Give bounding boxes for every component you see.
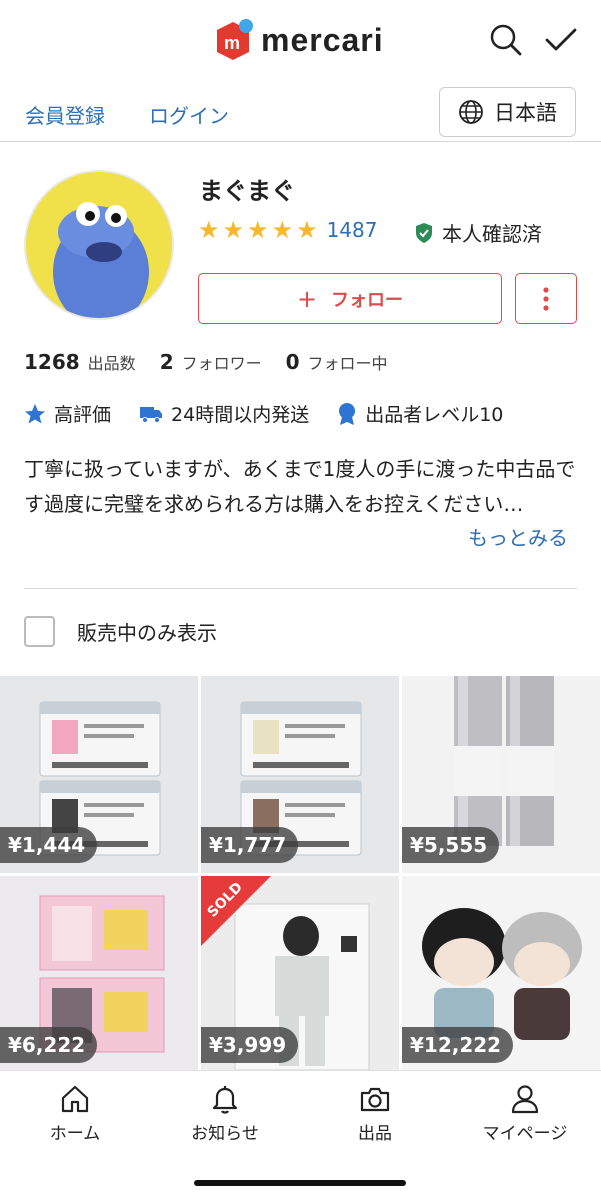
plus-icon: + bbox=[296, 284, 318, 313]
badge-high-rating: 高評価 bbox=[24, 400, 111, 427]
medal-icon bbox=[339, 402, 356, 425]
search-icon[interactable] bbox=[488, 22, 524, 58]
language-button[interactable]: 日本語 bbox=[439, 87, 576, 137]
followers-count[interactable]: 2 bbox=[160, 350, 174, 374]
badge-fast-shipping: 24時間以内発送 bbox=[139, 400, 309, 427]
globe-icon bbox=[459, 100, 483, 124]
item-tile[interactable]: ¥1,444 bbox=[0, 676, 198, 873]
more-options-button[interactable] bbox=[515, 273, 577, 324]
item-tile[interactable]: SOLD ¥3,999 bbox=[201, 876, 399, 1073]
star-icon: ★ bbox=[247, 216, 269, 244]
user-name: まぐまぐ bbox=[199, 177, 295, 205]
badge-label: 高評価 bbox=[54, 404, 112, 426]
item-price: ¥1,777 bbox=[201, 827, 299, 863]
item-price: ¥12,222 bbox=[402, 1027, 514, 1063]
star-icon bbox=[25, 403, 45, 423]
item-tile[interactable]: ¥12,222 bbox=[402, 876, 600, 1073]
vertical-ellipsis-icon bbox=[543, 286, 549, 311]
star-icon: ★ bbox=[296, 216, 318, 244]
star-icon: ★ bbox=[198, 216, 220, 244]
following-label[interactable]: フォロー中 bbox=[308, 350, 388, 374]
following-count[interactable]: 0 bbox=[286, 350, 300, 374]
truck-icon bbox=[140, 406, 163, 423]
listings-label: 出品数 bbox=[87, 354, 136, 373]
star-icon: ★ bbox=[271, 216, 294, 244]
filter-label: 販売中のみ表示 bbox=[77, 621, 217, 645]
checkmark-icon[interactable] bbox=[543, 22, 579, 58]
verified-label: 本人確認済 bbox=[442, 222, 542, 246]
shield-check-icon bbox=[416, 222, 432, 243]
tab-label: ホーム bbox=[49, 1124, 101, 1144]
profile-description: 丁寧に扱っていますが、あくまで1度人の手に渡った中古品です過度に完璧を求められる… bbox=[24, 457, 576, 516]
on-sale-checkbox[interactable] bbox=[24, 616, 55, 647]
badge-label: 出品者レベル10 bbox=[365, 404, 504, 426]
language-label: 日本語 bbox=[494, 101, 557, 125]
logo-wordmark: mercari bbox=[261, 21, 384, 58]
camera-icon bbox=[360, 1087, 390, 1112]
auth-bar: 会員登録 ログイン 日本語 bbox=[0, 84, 601, 142]
badge-seller-level: 出品者レベル10 bbox=[337, 400, 503, 427]
home-icon bbox=[61, 1085, 89, 1113]
tab-mypage[interactable]: マイページ bbox=[465, 1083, 585, 1144]
profile-stats: 1268 出品数 2 フォロワー 0 フォロー中 bbox=[24, 350, 412, 374]
divider bbox=[24, 588, 577, 589]
avatar[interactable] bbox=[24, 170, 174, 320]
listings-count: 1268 bbox=[24, 350, 80, 374]
more-link[interactable]: もっとみる bbox=[468, 522, 568, 551]
item-tile[interactable]: ¥5,555 bbox=[402, 676, 600, 873]
item-tile[interactable]: ¥6,222 bbox=[0, 876, 198, 1073]
verified-badge: 本人確認済 bbox=[414, 218, 542, 247]
follow-button[interactable]: + フォロー bbox=[198, 273, 502, 324]
bell-icon bbox=[212, 1086, 238, 1114]
tab-label: お知らせ bbox=[191, 1124, 259, 1144]
badge-label: 24時間以内発送 bbox=[171, 404, 310, 426]
item-price: ¥3,999 bbox=[201, 1027, 299, 1063]
mercari-logo[interactable]: m mercari bbox=[213, 18, 384, 62]
rating[interactable]: ★ ★ ★ ★ ★ 1487 bbox=[198, 218, 377, 242]
tab-label: マイページ bbox=[482, 1124, 568, 1144]
item-price: ¥5,555 bbox=[402, 827, 500, 863]
star-icon: ★ bbox=[222, 216, 245, 244]
item-tile[interactable]: ¥1,777 bbox=[201, 676, 399, 873]
app-header: m mercari bbox=[0, 0, 601, 84]
register-link[interactable]: 会員登録 bbox=[25, 100, 105, 129]
home-indicator[interactable] bbox=[194, 1180, 406, 1186]
seller-badges: 高評価 24時間以内発送 出品者レベル10 bbox=[24, 400, 531, 427]
tab-label: 出品 bbox=[358, 1124, 392, 1144]
tab-sell[interactable]: 出品 bbox=[315, 1083, 435, 1144]
tab-home[interactable]: ホーム bbox=[15, 1083, 135, 1144]
login-link[interactable]: ログイン bbox=[149, 100, 229, 129]
tab-notifications[interactable]: お知らせ bbox=[165, 1083, 285, 1144]
follow-label: フォロー bbox=[331, 289, 404, 311]
person-icon bbox=[511, 1085, 539, 1114]
item-price: ¥6,222 bbox=[0, 1027, 98, 1063]
mercari-logo-icon: m bbox=[213, 18, 253, 62]
rating-count[interactable]: 1487 bbox=[327, 218, 378, 242]
item-price: ¥1,444 bbox=[0, 827, 98, 863]
svg-text:m: m bbox=[224, 33, 240, 53]
followers-label[interactable]: フォロワー bbox=[182, 350, 262, 374]
on-sale-filter[interactable]: 販売中のみ表示 bbox=[24, 616, 217, 647]
